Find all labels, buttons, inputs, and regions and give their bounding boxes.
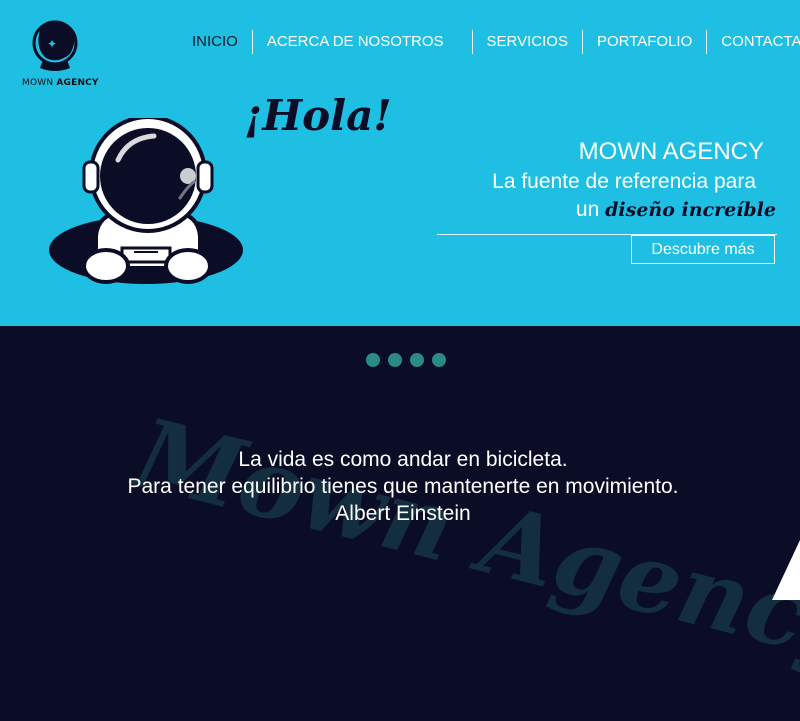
nav-item-portafolio[interactable]: PORTAFOLIO [583, 30, 706, 54]
hero-tagline-2: un diseño increíble [576, 198, 776, 222]
nav-divider [581, 30, 583, 54]
carousel-dot[interactable] [366, 353, 380, 367]
quote-line-1: La vida es como andar en bicicleta. [238, 448, 568, 471]
nav-item-acerca[interactable]: ACERCA DE NOSOTROS [253, 30, 472, 54]
nav-divider [471, 30, 473, 54]
hero-tagline: La fuente de referencia para [492, 170, 756, 193]
nav-divider [251, 30, 253, 54]
carousel-dot[interactable] [432, 353, 446, 367]
carousel-dot[interactable] [388, 353, 402, 367]
nav-item-contactanos[interactable]: CONTACTANOS [707, 30, 800, 54]
corner-decoration [772, 540, 800, 600]
nav-divider [706, 30, 708, 54]
discover-more-button[interactable]: Descubre más [631, 235, 775, 264]
hero-tagline-prefix: un [575, 198, 600, 221]
carousel-dots [366, 353, 446, 367]
astronaut-helmet-logo-icon: ✦ [32, 20, 78, 71]
nav-item-servicios[interactable]: SERVICIOS [473, 30, 582, 54]
svg-text:✦: ✦ [47, 37, 57, 51]
astronaut-in-hole-icon [49, 118, 243, 284]
hero-brand-title: MOWN AGENCY [578, 138, 764, 165]
quote-line-2: Para tener equilibrio tienes que mantene… [127, 475, 679, 498]
quote-block: La vida es como andar en bicicleta. Para… [0, 446, 800, 527]
carousel-dot[interactable] [410, 353, 424, 367]
quote-author: Albert Einstein [335, 502, 471, 525]
hero-greeting: ¡Hola! [244, 91, 392, 140]
hero-tagline-highlight: diseño increíble [605, 199, 776, 221]
nav-item-inicio[interactable]: INICIO [178, 30, 252, 54]
brand-logo-text: MOWN AGENCY [22, 78, 99, 88]
brand-logo[interactable]: ✦ MOWN AGENCY [22, 16, 99, 90]
main-nav: INICIO ACERCA DE NOSOTROS SERVICIOS PORT… [178, 30, 800, 54]
